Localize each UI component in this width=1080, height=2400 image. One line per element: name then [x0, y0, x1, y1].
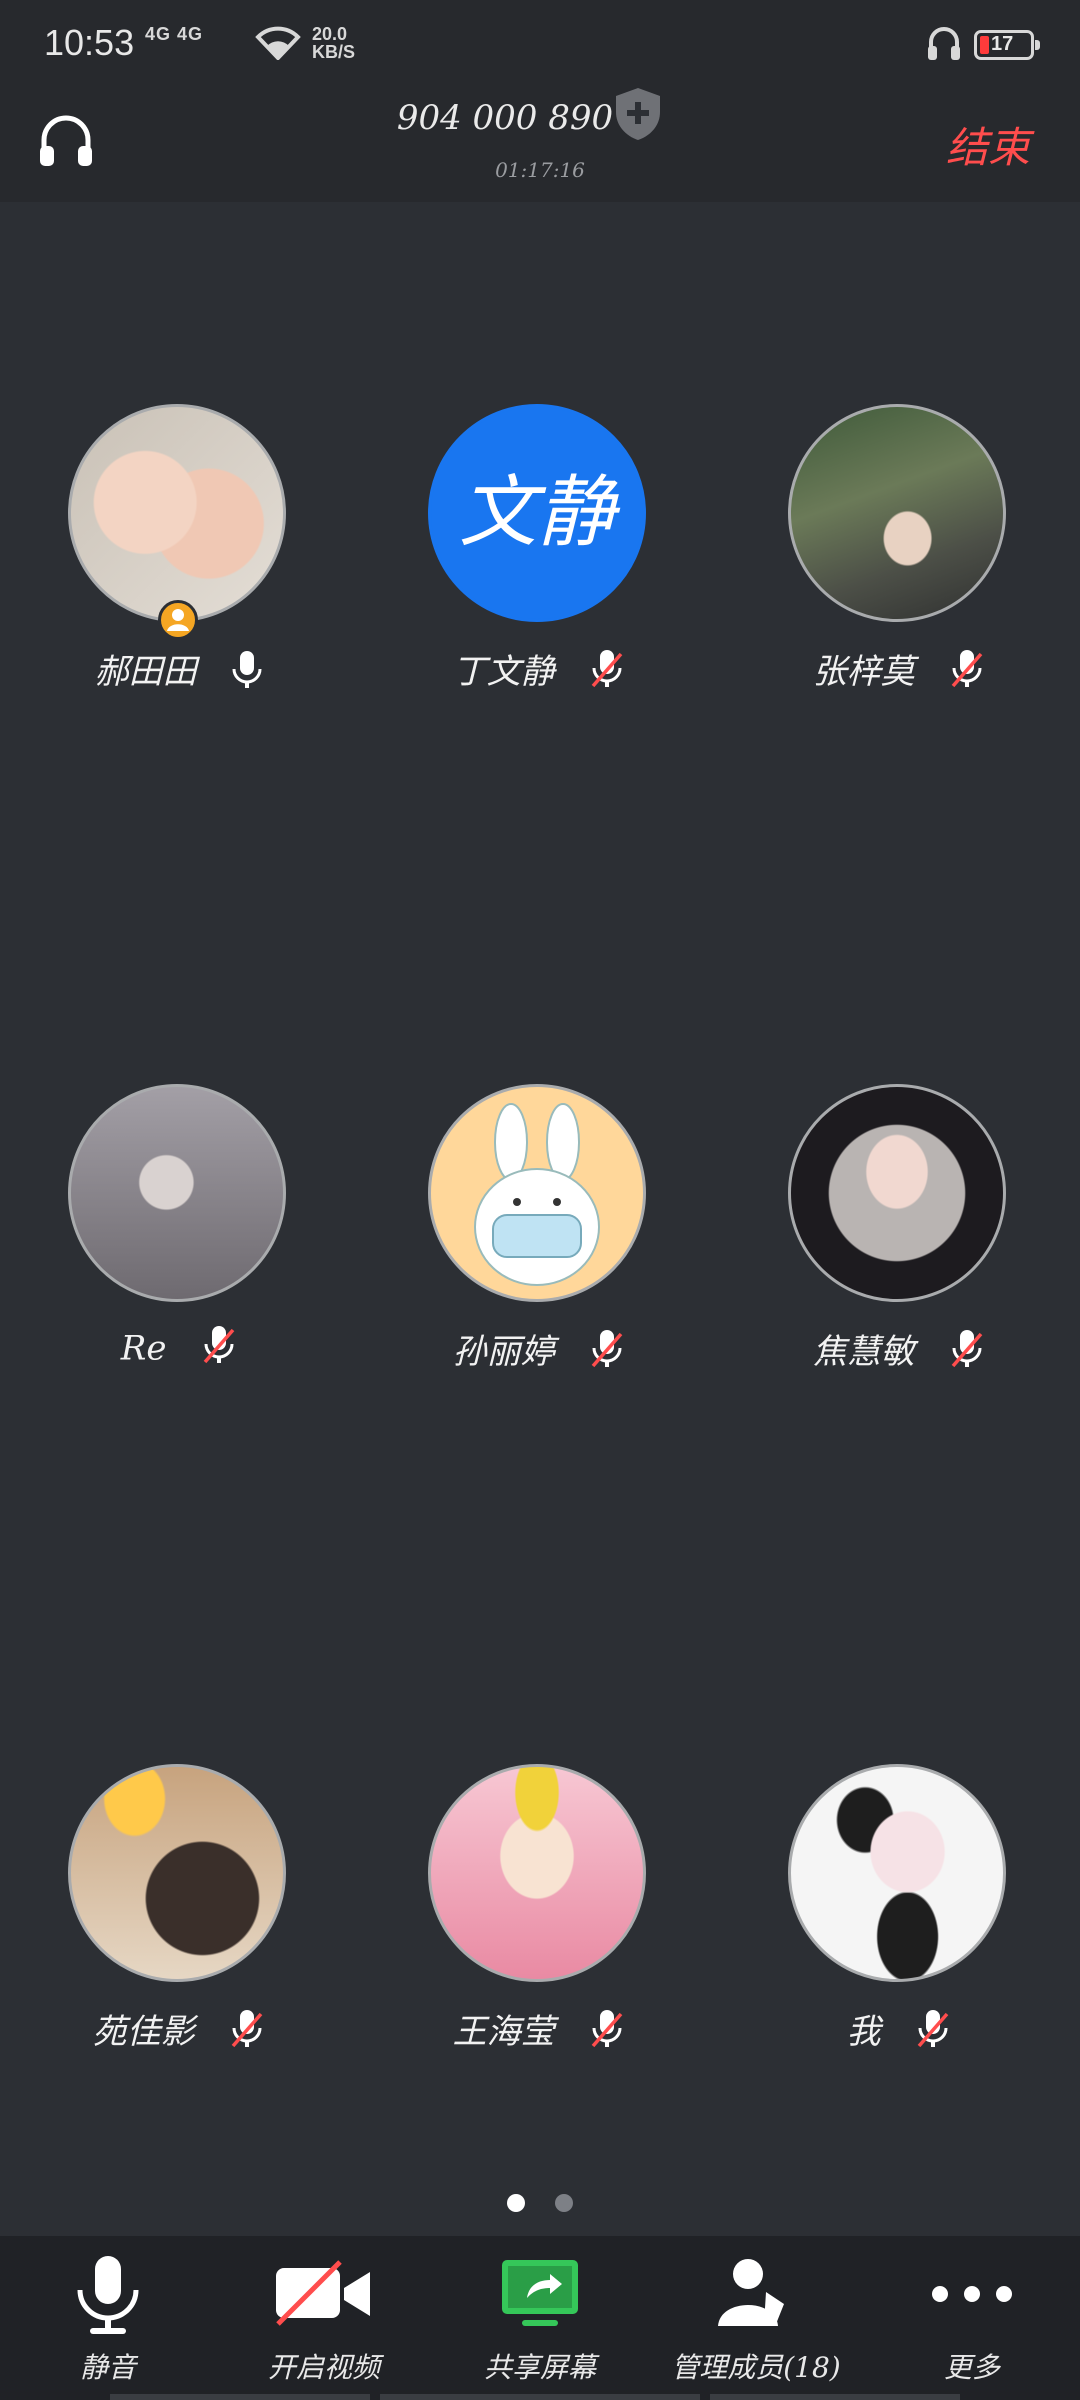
meeting-toolbar: 静音 开启视频 共享屏幕 管理成员(18) 更多 [0, 2236, 1080, 2400]
participant-name-row: 孙丽婷 [360, 1324, 720, 1381]
participant-avatar [68, 1764, 286, 1982]
participant-name: 王海莹 [452, 2012, 555, 2052]
share-label: 共享屏幕 [483, 2351, 596, 2384]
participant-name-row: 郝田田 [0, 644, 360, 700]
microphone-muted-icon [227, 2008, 267, 2061]
participant-avatar [428, 1084, 646, 1302]
participant-name: 丁文静 [452, 652, 555, 692]
host-badge-icon [158, 600, 198, 640]
participant-name: 孙丽婷 [452, 1332, 555, 1372]
microphone-muted-icon [947, 1328, 987, 1381]
participant-name: 焦慧敏 [812, 1332, 915, 1372]
participant-tile[interactable]: 王海莹 [360, 1764, 720, 2084]
participant-name-row: 张梓莫 [720, 644, 1080, 701]
participant-name-row: 我 [720, 2004, 1080, 2061]
microphone-on-icon [229, 649, 265, 700]
members-label: 管理成员(18) [671, 2351, 841, 2384]
speed-value: 20.0 [312, 24, 348, 44]
participant-tile[interactable]: Re [0, 1084, 360, 1404]
status-bar: 10:53 4G 4G 20.0 KB/S 17 [0, 0, 1080, 90]
meeting-header: 904 000 890 01:17:16 结束 [0, 88, 1080, 202]
microphone-icon [0, 2254, 216, 2338]
microphone-muted-icon [913, 2008, 953, 2061]
network-label: 4G 4G [145, 24, 204, 44]
avatar-initials: 文静 [458, 468, 615, 558]
mute-label: 静音 [79, 2351, 136, 2384]
share-screen-icon [432, 2254, 648, 2338]
microphone-muted-icon [199, 1324, 239, 1377]
participant-name-row: 焦慧敏 [720, 1324, 1080, 1381]
participant-name-row: 苑佳影 [0, 2004, 360, 2061]
page-dot[interactable] [554, 2194, 573, 2212]
participant-name-row: Re [0, 1324, 360, 1377]
participant-name: 张梓莫 [812, 652, 915, 692]
battery-icon: 17 [974, 30, 1040, 60]
wifi-icon [255, 26, 301, 64]
video-label: 开启视频 [267, 2351, 380, 2384]
participant-tile[interactable]: 苑佳影 [0, 1764, 360, 2084]
security-shield-icon[interactable] [612, 86, 664, 146]
status-time: 10:53 [44, 22, 135, 63]
video-off-icon [216, 2254, 432, 2338]
headset-status-icon [926, 24, 962, 66]
participant-name: 苑佳影 [92, 2012, 195, 2052]
microphone-muted-icon [587, 648, 627, 701]
participant-tile[interactable]: 焦慧敏 [720, 1084, 1080, 1404]
network-indicator: 4G 4G [145, 24, 203, 45]
participant-tile[interactable]: 孙丽婷 [360, 1084, 720, 1404]
participant-tile[interactable]: 郝田田 [0, 404, 360, 724]
participant-avatar [788, 1764, 1006, 1982]
participant-name-row: 丁文静 [360, 644, 720, 701]
toolbar-divider [110, 2394, 370, 2400]
share-screen-button[interactable]: 共享屏幕 [432, 2236, 648, 2400]
participant-name-row: 王海莹 [360, 2004, 720, 2061]
microphone-muted-icon [587, 2008, 627, 2061]
page-indicator [0, 2194, 1080, 2216]
participant-name: Re [120, 1328, 167, 1369]
toolbar-divider [710, 2394, 960, 2400]
meeting-id-row: 904 000 890 [0, 98, 1080, 138]
participant-avatar: 文静 [428, 404, 646, 622]
meeting-elapsed-time: 01:17:16 [495, 158, 585, 182]
end-meeting-button[interactable]: 结束 [946, 114, 1030, 175]
more-label: 更多 [943, 2351, 1000, 2384]
toolbar-divider [380, 2394, 700, 2400]
manage-members-button[interactable]: 管理成员(18) [648, 2236, 864, 2400]
start-video-button[interactable]: 开启视频 [216, 2236, 432, 2400]
participant-avatar [788, 1084, 1006, 1302]
mute-button[interactable]: 静音 [0, 2236, 216, 2400]
participant-name: 郝田田 [94, 652, 197, 692]
battery-fill [980, 36, 989, 54]
page-dot-active[interactable] [507, 2194, 526, 2212]
microphone-muted-icon [587, 1328, 627, 1381]
participant-avatar [68, 404, 286, 622]
more-dots-icon [864, 2254, 1080, 2338]
participant-name: 我 [846, 2012, 881, 2052]
meeting-id[interactable]: 904 000 890 [397, 98, 613, 138]
speed-unit: KB/S [312, 42, 356, 62]
participant-avatar [428, 1764, 646, 1982]
more-button[interactable]: 更多 [864, 2236, 1080, 2400]
microphone-muted-icon [947, 648, 987, 701]
participant-tile[interactable]: 我 [720, 1764, 1080, 2084]
network-speed: 20.0 KB/S [312, 25, 355, 61]
participant-avatar [788, 404, 1006, 622]
participant-tile[interactable]: 文静 丁文静 [360, 404, 720, 724]
battery-level: 17 [991, 33, 1014, 55]
participant-avatar [68, 1084, 286, 1302]
participant-tile[interactable]: 张梓莫 [720, 404, 1080, 724]
bunny-avatar-image [474, 1103, 600, 1286]
members-icon [648, 2254, 864, 2338]
